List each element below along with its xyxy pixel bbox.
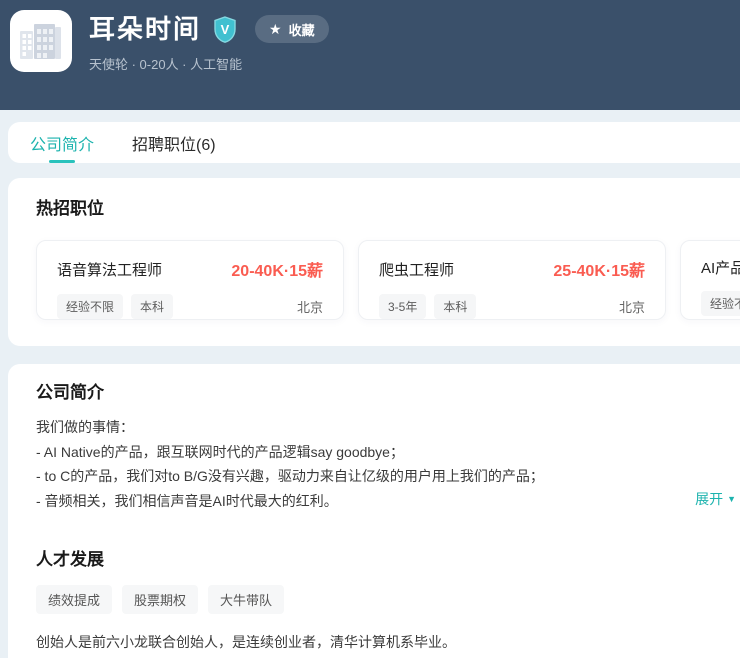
tab-job-positions[interactable]: 招聘职位(6) [132,122,216,163]
company-logo [10,10,72,72]
company-intro-title: 公司简介 [36,378,740,403]
favorite-label: 收藏 [289,20,315,39]
job-city: 北京 [297,297,323,316]
company-meta: 天使轮 · 0-20人 · 人工智能 [89,54,329,73]
company-header-info: 耳朵时间 V ★ 收藏 天使轮 · 0-20人 · 人工智能 [89,10,329,73]
job-card-voice-algorithm[interactable]: 语音算法工程师 20-40K·15薪 经验不限 本科 北京 [36,240,344,320]
intro-line: - to C的产品，我们对to B/G没有兴趣，驱动力来自让亿级的用户用上我们的… [36,464,740,489]
tab-bar: 公司简介 招聘职位(6) [8,122,740,163]
verified-shield-icon: V [213,16,237,43]
expand-label: 展开 [695,489,723,509]
company-name: 耳朵时间 [89,14,201,44]
job-card-crawler[interactable]: 爬虫工程师 25-40K·15薪 3-5年 本科 北京 [358,240,666,320]
hot-jobs-title: 热招职位 [36,194,740,219]
job-tag: 本科 [131,294,173,319]
talent-text: 创始人是前六小龙联合创始人，是连续创业者，清华计算机系毕业。 团队其他成员也来自… [36,628,740,658]
job-card-ai-product[interactable]: AI产品经理 经验不限 [680,240,740,320]
talent-tags: 绩效提成 股票期权 大牛带队 [36,585,740,614]
talent-tag: 大牛带队 [208,585,284,614]
company-intro-text: 我们做的事情： - AI Native的产品，跟互联网时代的产品逻辑say go… [36,415,740,513]
hot-jobs-row: 语音算法工程师 20-40K·15薪 经验不限 本科 北京 爬虫工程师 25-4… [36,240,740,320]
job-tag: 本科 [434,294,476,319]
hot-jobs-section: 热招职位 语音算法工程师 20-40K·15薪 经验不限 本科 北京 爬虫工程师… [8,178,740,346]
job-salary: 25-40K·15薪 [553,257,645,281]
expand-button[interactable]: 展开 ▼ [695,489,736,509]
intro-line: - 音频相关，我们相信声音是AI时代最大的红利。 [36,489,740,514]
company-header: 耳朵时间 V ★ 收藏 天使轮 · 0-20人 · 人工智能 [0,0,740,110]
intro-line: - AI Native的产品，跟互联网时代的产品逻辑say goodbye； [36,440,740,465]
chevron-down-icon: ▼ [727,495,736,504]
job-title: 爬虫工程师 [379,259,454,280]
company-detail-section: 公司简介 我们做的事情： - AI Native的产品，跟互联网时代的产品逻辑s… [8,364,740,658]
tab-company-intro[interactable]: 公司简介 [30,122,94,163]
building-icon [19,21,63,61]
job-tag: 经验不限 [57,294,123,319]
job-tag: 3-5年 [379,294,426,319]
star-icon: ★ [269,22,282,36]
tab-company-intro-label: 公司简介 [30,131,94,155]
talent-tag: 股票期权 [122,585,198,614]
svg-text:V: V [221,22,230,37]
job-city: 北京 [619,297,645,316]
favorite-button[interactable]: ★ 收藏 [255,15,329,43]
intro-line: 我们做的事情： [36,415,740,440]
talent-tag: 绩效提成 [36,585,112,614]
job-title: AI产品经理 [701,257,740,278]
talent-title: 人才发展 [36,545,740,570]
tab-job-positions-label: 招聘职位(6) [132,131,216,155]
job-salary: 20-40K·15薪 [231,257,323,281]
talent-line: 创始人是前六小龙联合创始人，是连续创业者，清华计算机系毕业。 [36,628,740,656]
job-title: 语音算法工程师 [57,259,162,280]
job-tag: 经验不限 [701,291,740,316]
